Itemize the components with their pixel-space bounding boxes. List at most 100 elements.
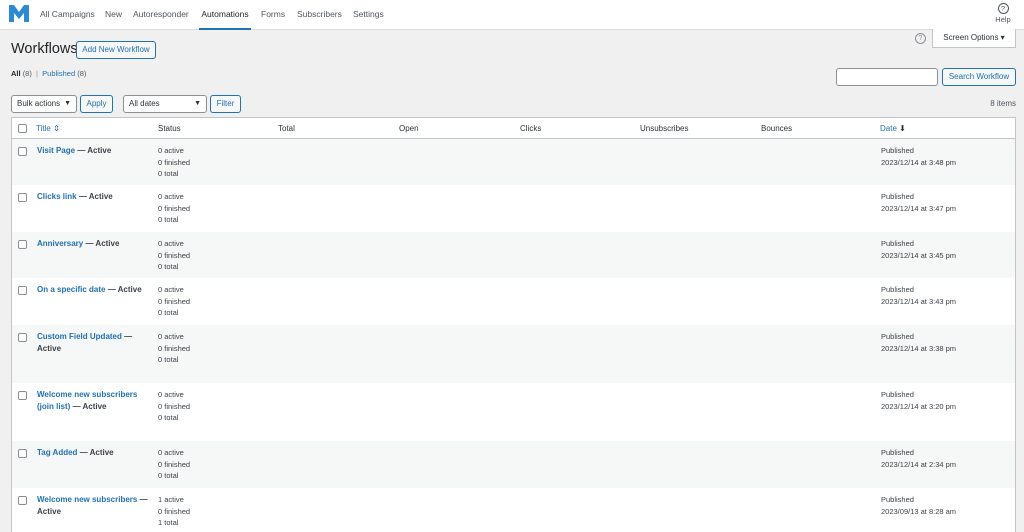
row-checkbox[interactable] (18, 286, 27, 295)
status-total: 0 total (158, 471, 179, 480)
top-navigation: All Campaigns New Autoresponder Automati… (0, 0, 1024, 30)
nav-forms[interactable]: Forms (261, 0, 285, 30)
date-status: Published (881, 495, 914, 504)
mailster-logo-icon[interactable] (9, 5, 29, 22)
status-total: 1 total (158, 518, 179, 527)
status-finished: 0 finished (158, 250, 191, 260)
date-cell: Published 2023/12/14 at 2:34 pm (881, 447, 956, 470)
date-cell: Published 2023/12/14 at 3:43 pm (881, 284, 956, 307)
workflow-title: Welcome new subscribers — Active (37, 494, 152, 517)
status-cell: 0 active 0 finished 0 total (158, 238, 190, 273)
nav-new[interactable]: New (105, 0, 122, 30)
status-finished: 0 finished (158, 506, 191, 516)
workflow-link[interactable]: Welcome new subscribers (37, 495, 137, 504)
select-all-checkbox[interactable] (18, 124, 27, 133)
table-row: Anniversary — Active 0 active 0 finished 0… (12, 232, 1015, 278)
question-icon[interactable]: ? (915, 33, 926, 44)
workflow-link[interactable]: On a specific date (37, 285, 105, 294)
filter-button[interactable]: Filter (210, 95, 241, 113)
nav-settings[interactable]: Settings (353, 0, 384, 30)
chevron-down-icon: ▼ (64, 100, 71, 107)
row-checkbox[interactable] (18, 496, 27, 505)
row-checkbox[interactable] (18, 449, 27, 458)
date-status: Published (881, 192, 914, 201)
row-checkbox[interactable] (18, 147, 27, 156)
date-cell: Published 2023/12/14 at 3:47 pm (881, 191, 956, 214)
status-active: 0 active (158, 448, 184, 457)
column-title-label: Title (36, 124, 51, 133)
column-title[interactable]: Title ⇕ (36, 124, 60, 133)
search-workflow-button[interactable]: Search Workflow (942, 68, 1016, 86)
help-button[interactable]: ? Help (993, 3, 1013, 24)
row-checkbox[interactable] (18, 333, 27, 342)
date-value: 2023/12/14 at 3:45 pm (881, 250, 957, 260)
view-published-link[interactable]: Published (42, 69, 75, 78)
nav-automations[interactable]: Automations (199, 0, 251, 30)
chevron-down-icon: ▼ (194, 100, 201, 107)
sort-desc-icon: ⬇ (899, 124, 906, 133)
workflow-state: — Active (107, 285, 142, 294)
status-total: 0 total (158, 262, 179, 271)
row-checkbox[interactable] (18, 391, 27, 400)
status-finished: 0 finished (158, 203, 191, 213)
column-clicks: Clicks (520, 124, 542, 133)
workflow-title: On a specific date — Active (37, 284, 162, 296)
status-cell: 0 active 0 finished 0 total (158, 191, 190, 226)
bulk-actions-value: Bulk actions (17, 99, 61, 108)
dates-select[interactable]: All dates ▼ (123, 95, 207, 113)
workflow-link[interactable]: Custom Field Updated (37, 332, 122, 341)
dates-value: All dates (129, 99, 160, 108)
screen-options-button[interactable]: Screen Options ▾ (932, 29, 1016, 48)
date-cell: Published 2023/09/13 at 8:28 am (881, 494, 956, 517)
workflow-title: Visit Page — Active (37, 145, 152, 157)
workflow-title: Custom Field Updated — Active (37, 331, 152, 354)
workflow-state: — Active (77, 146, 112, 155)
status-total: 0 total (158, 355, 179, 364)
bulk-actions-select[interactable]: Bulk actions ▼ (11, 95, 77, 113)
table-row: On a specific date — Active 0 active 0 fi… (12, 278, 1015, 325)
table-row: Custom Field Updated — Active 0 active 0 … (12, 325, 1015, 383)
status-finished: 0 finished (158, 157, 191, 167)
nav-all-campaigns[interactable]: All Campaigns (40, 0, 95, 30)
status-cell: 0 active 0 finished 0 total (158, 389, 190, 424)
status-total: 0 total (158, 169, 179, 178)
add-new-workflow-button[interactable]: Add New Workflow (76, 41, 156, 59)
workflow-state: — Active (78, 192, 113, 201)
date-cell: Published 2023/12/14 at 3:20 pm (881, 389, 956, 412)
table-row: Clicks link — Active 0 active 0 finished 0… (12, 185, 1015, 232)
column-bounces: Bounces (761, 124, 793, 133)
date-status: Published (881, 285, 914, 294)
status-active: 1 active (158, 495, 184, 504)
status-cell: 0 active 0 finished 0 total (158, 331, 190, 366)
apply-button[interactable]: Apply (80, 95, 113, 113)
status-cell: 0 active 0 finished 0 total (158, 447, 190, 482)
status-cell: 0 active 0 finished 0 total (158, 284, 190, 319)
search-input[interactable] (836, 68, 938, 86)
table-row: Tag Added — Active 0 active 0 finished 0 t… (12, 441, 1015, 488)
workflow-link[interactable]: Clicks link (37, 192, 77, 201)
date-value: 2023/12/14 at 3:20 pm (881, 401, 957, 411)
workflow-title: Tag Added — Active (37, 447, 152, 459)
column-date[interactable]: Date ⬇ (880, 124, 906, 133)
help-label: Help (995, 15, 1011, 24)
status-active: 0 active (158, 285, 184, 294)
table-row: Visit Page — Active 0 active 0 finished 0 … (12, 139, 1015, 185)
workflow-link[interactable]: Tag Added (37, 448, 77, 457)
date-value: 2023/12/14 at 3:38 pm (881, 343, 957, 353)
nav-autoresponder[interactable]: Autoresponder (133, 0, 189, 30)
status-cell: 1 active 0 finished 1 total (158, 494, 190, 529)
nav-subscribers[interactable]: Subscribers (297, 0, 342, 30)
row-checkbox[interactable] (18, 240, 27, 249)
status-finished: 0 finished (158, 296, 191, 306)
workflow-link[interactable]: Anniversary (37, 239, 83, 248)
workflow-title: Clicks link — Active (37, 191, 152, 203)
status-active: 0 active (158, 192, 184, 201)
column-total: Total (278, 124, 295, 133)
workflow-link[interactable]: Visit Page (37, 146, 75, 155)
status-finished: 0 finished (158, 343, 191, 353)
row-checkbox[interactable] (18, 193, 27, 202)
workflows-table: Title ⇕ Status Total Open Clicks Unsubsc… (11, 117, 1016, 532)
view-all-link[interactable]: All (11, 69, 21, 78)
table-row: Welcome new subscribers (join list) — Ac… (12, 383, 1015, 441)
date-cell: Published 2023/12/14 at 3:45 pm (881, 238, 956, 261)
